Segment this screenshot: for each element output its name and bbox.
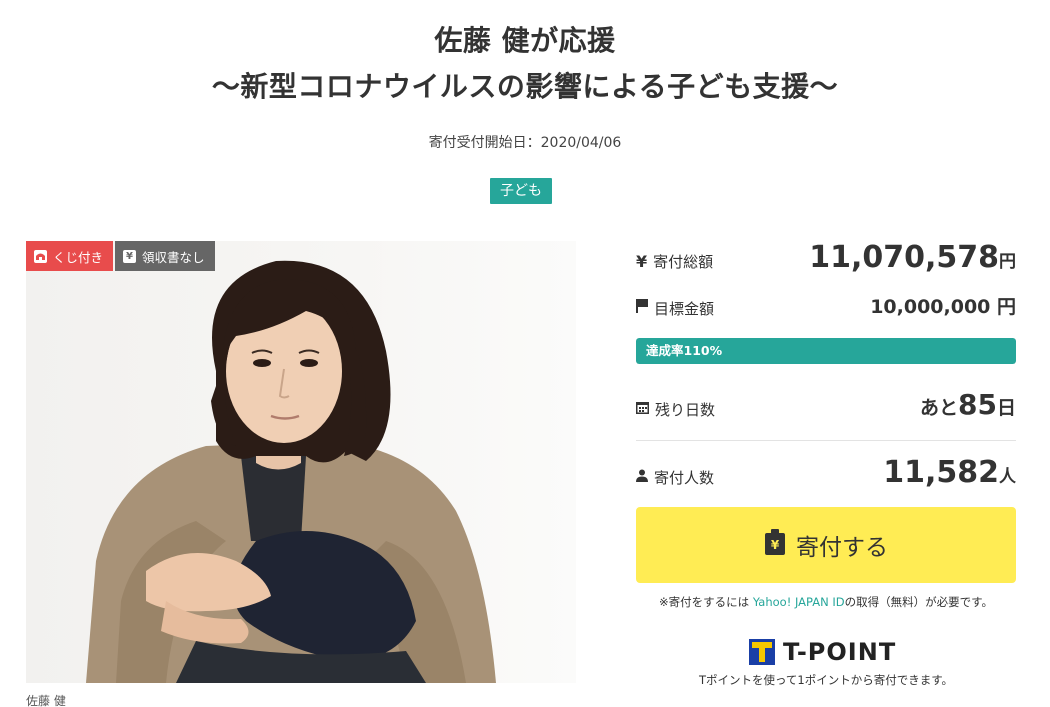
days-left-label-group: 残り日数 <box>636 399 715 420</box>
tpoint-logo: T-POINT <box>749 638 896 666</box>
goal-amount-label-group: 目標金額 <box>636 298 714 319</box>
category-tag[interactable]: 子ども <box>490 178 552 204</box>
svg-text:¥: ¥ <box>771 538 780 552</box>
project-photo: くじ付き ¥ 領収書なし <box>26 241 576 683</box>
donors-label: 寄付人数 <box>654 468 715 487</box>
donate-bag-icon: ¥ <box>764 529 786 561</box>
start-date: 寄付受付開始日：2020/04/06 <box>428 135 622 151</box>
donors-label-group: 寄付人数 <box>636 467 714 488</box>
total-donation-label-group: ¥ 寄付総額 <box>636 251 713 272</box>
yahoo-id-link[interactable]: Yahoo! JAPAN ID <box>753 595 845 609</box>
goal-amount-row: 目標金額 10,000,000 円 <box>636 292 1016 319</box>
photo-caption: 佐藤 健 <box>26 694 66 707</box>
page-title: 佐藤 健が応援 ～新型コロナウイルスの影響による子ども支援～ <box>0 18 1050 110</box>
days-left-unit: 日 <box>996 397 1016 419</box>
note-suffix: の取得（無料）が必要です。 <box>844 595 993 609</box>
yen-icon: ¥ <box>636 252 648 271</box>
photo-badges: くじ付き ¥ 領収書なし <box>26 241 215 271</box>
donate-button-label: 寄付する <box>796 535 888 561</box>
days-left-label: 残り日数 <box>655 400 716 419</box>
total-donation-row: ¥ 寄付総額 11,070,578円 <box>636 240 1016 275</box>
calendar-icon <box>636 400 649 418</box>
days-left-row: 残り日数 あと85日 <box>636 388 1016 421</box>
achievement-rate-label: 達成率110% <box>646 343 723 358</box>
flag-icon <box>636 299 648 317</box>
total-donation-value-group: 11,070,578円 <box>809 240 1016 275</box>
person-icon <box>636 468 648 486</box>
title-line-1: 佐藤 健が応援 <box>434 24 616 57</box>
yen-receipt-icon: ¥ <box>123 249 137 263</box>
tpoint-note: Tポイントを使って1ポイントから寄付できます。 <box>698 673 954 687</box>
total-donation-value: 11,070,578 <box>809 240 999 275</box>
kuji-badge: くじ付き <box>26 241 114 271</box>
donors-value: 11,582 <box>883 455 999 490</box>
donors-row: 寄付人数 11,582人 <box>636 455 1016 490</box>
stats-divider <box>636 440 1016 441</box>
receipt-badge-label: 領収書なし <box>142 249 205 265</box>
kuji-badge-label: くじ付き <box>53 249 104 265</box>
days-left-prefix: あと <box>920 397 959 419</box>
donors-value-group: 11,582人 <box>883 455 1016 490</box>
title-line-2: ～新型コロナウイルスの影響による子ども支援～ <box>211 70 839 103</box>
receipt-badge: ¥ 領収書なし <box>115 241 215 271</box>
total-donation-label: 寄付総額 <box>653 253 714 271</box>
note-prefix: ※寄付をするには <box>659 595 753 609</box>
tpoint-mark-icon <box>749 639 775 665</box>
days-left-value-group: あと85日 <box>920 388 1016 421</box>
goal-amount-label: 目標金額 <box>654 299 715 318</box>
tpoint-logo-text: T-POINT <box>783 638 897 666</box>
kuji-icon <box>34 249 47 263</box>
donation-requirement-note: ※寄付をするには Yahoo! JAPAN IDの取得（無料）が必要です。 <box>636 594 1016 610</box>
person-photo-illustration <box>86 260 496 683</box>
donate-button[interactable]: ¥ 寄付する <box>636 507 1016 583</box>
days-left-value: 85 <box>958 388 997 421</box>
goal-amount-value: 10,000,000 円 <box>870 296 1016 318</box>
total-donation-unit: 円 <box>999 252 1016 272</box>
donors-unit: 人 <box>999 467 1016 487</box>
achievement-progress-bar: 達成率110% <box>636 338 1016 364</box>
